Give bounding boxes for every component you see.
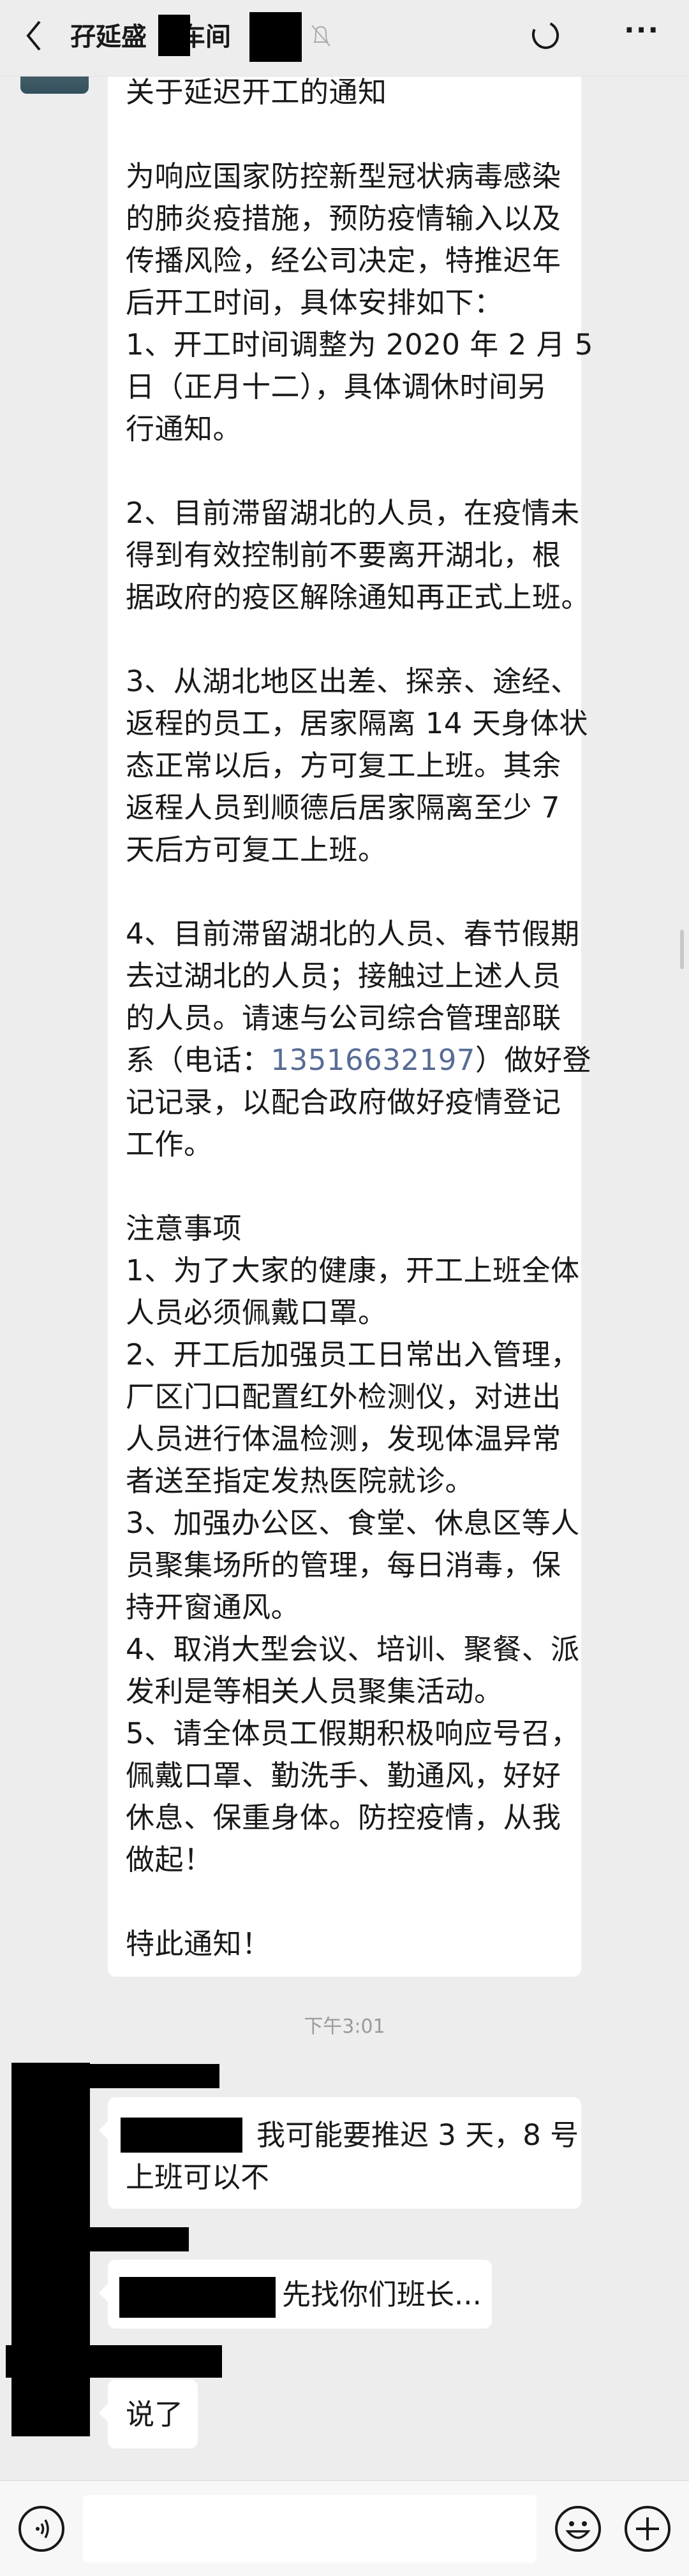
notice-line: 注意事项: [126, 1211, 242, 1245]
redaction: [249, 12, 302, 62]
notice-line: 的人员。请速与公司综合管理部联: [126, 1001, 561, 1035]
notice-line: 2、开工后加强员工日常出入管理，: [126, 1338, 580, 1372]
notice-line: 1、开工时间调整为 2020 年 2 月 5: [126, 328, 593, 362]
notice-line: 者送至指定发热医院就诊。: [126, 1464, 475, 1498]
plus-icon[interactable]: [625, 2506, 670, 2552]
redaction-name: [90, 2064, 219, 2088]
notice-line: 态正常以后，方可复工上班。其余: [126, 749, 561, 782]
message-bubble[interactable]: 说了: [99, 2380, 198, 2448]
notice-line: 休息、保重身体。防控疫情，从我: [126, 1801, 561, 1834]
more-button[interactable]: ···: [624, 14, 660, 47]
notice-line: 后开工时间，具体安排如下：: [126, 286, 503, 319]
notice-line: 厂区门口配置红外检测仪，对进出: [126, 1380, 561, 1414]
notice-line: 4、取消大型会议、培训、聚餐、派: [126, 1632, 580, 1666]
notice-line: 做起！: [126, 1843, 213, 1877]
mini-program-icon[interactable]: [528, 17, 563, 53]
notice-line: 特此通知！: [126, 1927, 271, 1961]
message-text: 我可能要推迟 3 天，8 号: [256, 2118, 579, 2152]
notice-line: 员聚集场所的管理，每日消毒，保: [126, 1548, 561, 1582]
message-text: 说了: [126, 2397, 184, 2431]
notice-line: 4、目前滞留湖北的人员、春节假期: [126, 917, 580, 951]
input-bar: [0, 2480, 689, 2576]
notice-line: 发利是等相关人员聚集活动。: [126, 1674, 503, 1708]
notice-text: 系（电话：: [126, 1043, 271, 1077]
emoji-icon[interactable]: [555, 2506, 601, 2552]
redaction: [158, 15, 190, 56]
notice-message-bubble[interactable]: 关于延迟开工的通知为响应国家防控新型冠状病毒感染 的肺炎疫措施，预防疫情输入以及传…: [108, 38, 593, 1977]
notice-line: 人员必须佩戴口罩。: [126, 1296, 387, 1329]
notice-line: 返程的员工，居家隔离 14 天身体状: [126, 706, 588, 740]
notice-line: 行通知。: [126, 412, 242, 446]
message-bubble[interactable]: 先找你们班长...: [99, 2260, 492, 2329]
message-input[interactable]: [83, 2495, 537, 2563]
redaction: [119, 2277, 276, 2318]
message-text: 上班可以不: [126, 2160, 270, 2194]
notice-line: 工作。: [126, 1127, 213, 1161]
message-bubble[interactable]: 我可能要推迟 3 天，8 号 上班可以不: [99, 2097, 581, 2209]
notice-line: 传播风险，经公司决定，特推迟年: [126, 244, 561, 277]
notice-line: 去过湖北的人员；接触过上述人员: [126, 959, 561, 993]
chat-header: 孖延盛 车间 ···: [0, 0, 689, 77]
notice-line: 的肺炎疫措施，预防疫情输入以及: [126, 201, 561, 235]
notice-line: 佩戴口罩、勤洗手、勤通风，好好: [126, 1759, 561, 1792]
notice-line: 2、目前滞留湖北的人员，在疫情未: [126, 496, 580, 530]
message-text: 先找你们班长...: [282, 2278, 482, 2311]
phone-link[interactable]: 13516632197: [271, 1043, 475, 1077]
redaction: [121, 2118, 242, 2153]
timestamp: 下午3:01: [304, 2016, 385, 2038]
notice-line: 3、从湖北地区出差、探亲、途经、: [126, 664, 580, 698]
bell-off-icon: [311, 25, 330, 47]
notice-line: 人员进行体温检测，发现体温异常: [126, 1422, 561, 1456]
notice-line: 得到有效控制前不要离开湖北，根: [126, 538, 561, 572]
notice-text: ）做好登: [475, 1043, 591, 1077]
notice-line: 关于延迟开工的通知: [126, 75, 387, 109]
notice-line: 持开窗通风。: [126, 1590, 300, 1624]
notice-line: 返程人员到顺德后居家隔离至少 7: [126, 791, 560, 824]
notice-line: 据政府的疫区解除通知再正式上班。: [126, 580, 591, 614]
redaction-name: [6, 2345, 222, 2378]
redaction-avatar: [11, 2063, 90, 2436]
notice-line: 日（正月十二），具体调休时间另: [126, 370, 547, 404]
notice-line: 记记录，以配合政府做好疫情登记: [126, 1085, 561, 1119]
notice-line: 5、请全体员工假期积极响应号召，: [126, 1716, 580, 1750]
chat-title: 孖延盛 车间: [70, 19, 231, 55]
scrollbar[interactable]: [680, 930, 684, 969]
notice-line: 系（电话：13516632197）做好登: [126, 1039, 591, 1081]
title-text: 孖延盛: [70, 22, 147, 52]
notice-line: 1、为了大家的健康，开工上班全体: [126, 1254, 580, 1287]
notice-line: 天后方可复工上班。: [126, 833, 387, 867]
voice-icon[interactable]: [19, 2506, 64, 2552]
back-icon[interactable]: [23, 19, 45, 52]
redaction-name: [90, 2227, 189, 2251]
notice-line: 为响应国家防控新型冠状病毒感染: [126, 159, 561, 193]
notice-line: 3、加强办公区、食堂、休息区等人: [126, 1506, 580, 1540]
